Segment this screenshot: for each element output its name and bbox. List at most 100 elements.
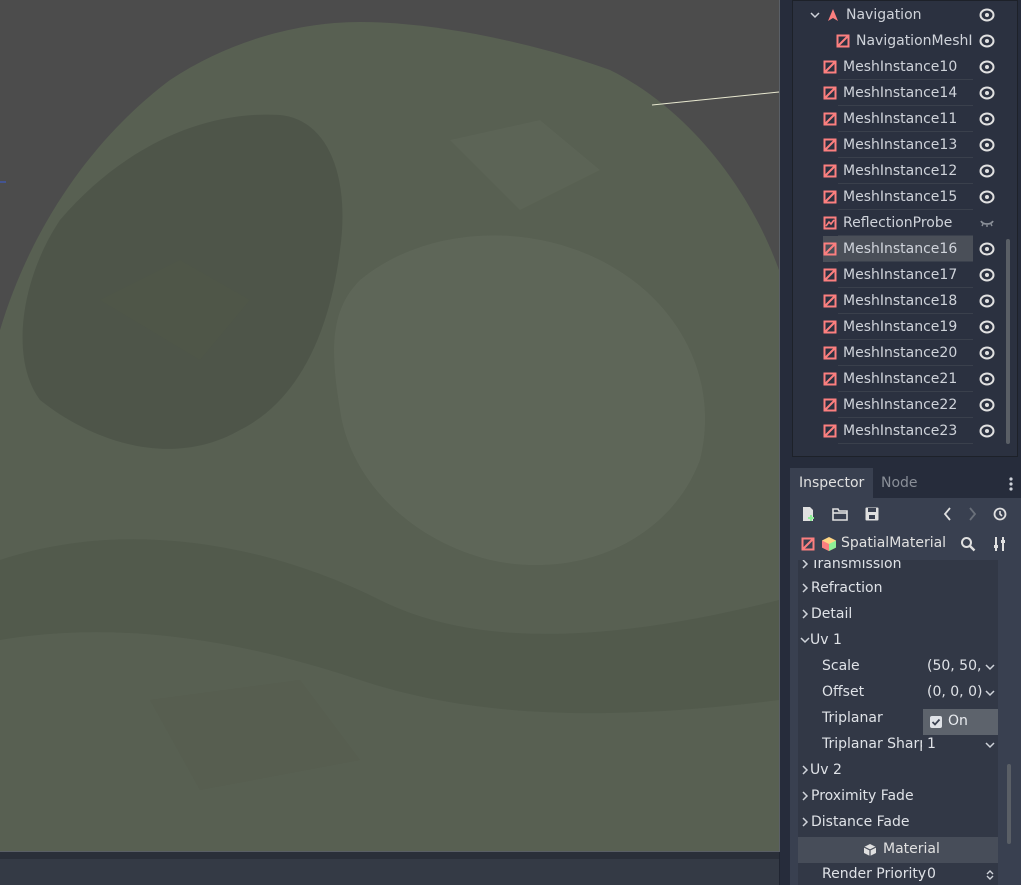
eye-icon[interactable] <box>979 241 995 257</box>
property-value: (0, 0, 0) <box>927 684 983 700</box>
chevron-down-icon[interactable] <box>985 661 995 673</box>
tree-item[interactable]: ReflectionProbe <box>823 210 973 236</box>
chevron-down-icon[interactable] <box>985 687 995 699</box>
eye-icon[interactable] <box>979 111 995 127</box>
tree-item[interactable]: MeshInstance18 <box>823 288 973 314</box>
history-back-icon[interactable] <box>940 506 956 522</box>
navigation-icon <box>828 9 838 21</box>
tree-item-label: MeshInstance13 <box>843 137 958 153</box>
tab-inspector[interactable]: Inspector <box>790 468 874 498</box>
history-icon[interactable] <box>992 506 1008 522</box>
spinner-arrows-icon[interactable] <box>985 869 995 881</box>
section-proximity-fade[interactable]: Proximity Fade <box>798 784 998 810</box>
property-offset: Offset (0, 0, 0) <box>798 680 998 706</box>
eye-icon[interactable] <box>979 59 995 75</box>
eye-icon[interactable] <box>979 163 995 179</box>
chevron-down-icon[interactable] <box>985 739 995 751</box>
bottom-panel-strip <box>0 859 779 885</box>
mesh-instance-icon <box>823 320 837 334</box>
object-properties-icon[interactable] <box>992 536 1008 552</box>
triplanar-toggle[interactable]: On <box>923 709 998 735</box>
tree-item[interactable]: MeshInstance23 <box>823 418 973 444</box>
tree-item-label: MeshInstance12 <box>843 163 958 179</box>
checkbox-checked-icon <box>930 716 942 728</box>
search-icon[interactable] <box>960 536 976 552</box>
eye-icon[interactable] <box>979 137 995 153</box>
eye-icon[interactable] <box>979 319 995 335</box>
tree-item-navigation[interactable]: Navigation <box>810 2 990 28</box>
section-uv1[interactable]: Uv 1 <box>798 628 998 654</box>
tree-item-navigationmeshinstance[interactable]: NavigationMeshIn <box>836 28 973 54</box>
eye-icon[interactable] <box>979 7 995 23</box>
section-refraction[interactable]: Refraction <box>798 576 998 602</box>
section-uv2[interactable]: Uv 2 <box>798 758 998 784</box>
eye-icon[interactable] <box>979 397 995 413</box>
tree-item[interactable]: MeshInstance21 <box>823 366 973 392</box>
scale-value-field[interactable]: (50, 50, <box>923 654 998 680</box>
terrain-mesh-view <box>0 22 779 851</box>
offset-value-field[interactable]: (0, 0, 0) <box>923 680 998 706</box>
tab-node[interactable]: Node <box>872 468 927 498</box>
tree-item-label: MeshInstance14 <box>843 85 958 101</box>
tree-item[interactable]: MeshInstance12 <box>823 158 973 184</box>
inspected-object-row[interactable]: SpatialMaterial <box>790 530 1021 558</box>
mesh-instance-icon <box>823 424 837 438</box>
chevron-down-icon[interactable] <box>810 8 820 22</box>
mesh-instance-icon <box>823 398 837 412</box>
material-section-header[interactable]: Material <box>798 837 998 863</box>
eye-icon[interactable] <box>979 85 995 101</box>
section-distance-fade[interactable]: Distance Fade <box>798 810 998 836</box>
tree-item-label: MeshInstance17 <box>843 267 958 283</box>
tree-item[interactable]: MeshInstance13 <box>823 132 973 158</box>
property-label: Offset <box>822 684 865 700</box>
render-priority-spinbox[interactable]: 0 <box>923 862 998 885</box>
tree-item[interactable]: MeshInstance19 <box>823 314 973 340</box>
new-resource-icon[interactable] <box>800 506 816 522</box>
section-detail[interactable]: Detail <box>798 602 998 628</box>
tree-item[interactable]: MeshInstance20 <box>823 340 973 366</box>
section-label: Refraction <box>811 580 883 596</box>
triplanar-sharpness-field[interactable]: 1 <box>923 732 998 758</box>
eye-icon[interactable] <box>979 345 995 361</box>
tree-item[interactable]: MeshInstance16 <box>823 236 973 262</box>
inspected-object-name: SpatialMaterial <box>841 535 947 551</box>
mesh-instance-icon <box>823 346 837 360</box>
scene-tree: Navigation NavigationMeshIn MeshInstance… <box>792 0 1018 457</box>
eye-closed-icon[interactable] <box>979 215 995 231</box>
tree-item-label: MeshInstance23 <box>843 423 958 439</box>
navigation-mesh-instance-icon <box>836 34 850 48</box>
tree-item[interactable]: MeshInstance10 <box>823 54 973 80</box>
save-icon[interactable] <box>864 506 880 522</box>
section-label: Transmission <box>811 560 902 572</box>
inspector-toolbar <box>790 498 1021 530</box>
mesh-instance-icon <box>823 372 837 386</box>
property-scale: Scale (50, 50, <box>798 654 998 680</box>
tree-item-label: Navigation <box>846 7 922 23</box>
eye-icon[interactable] <box>979 293 995 309</box>
property-value: 1 <box>927 736 936 752</box>
tree-item[interactable]: MeshInstance14 <box>823 80 973 106</box>
inspector-scrollbar[interactable] <box>1007 764 1011 844</box>
eye-icon[interactable] <box>979 189 995 205</box>
mesh-instance-icon <box>823 138 837 152</box>
tree-item[interactable]: MeshInstance11 <box>823 106 973 132</box>
section-label: Distance Fade <box>811 814 910 830</box>
menu-dots-icon[interactable] <box>1008 476 1014 492</box>
history-forward-icon[interactable] <box>964 506 980 522</box>
property-label: Scale <box>822 658 860 674</box>
tree-item[interactable]: MeshInstance22 <box>823 392 973 418</box>
mesh-instance-icon <box>823 190 837 204</box>
tree-item-label: MeshInstance16 <box>843 241 958 257</box>
tree-row-divider <box>838 443 973 444</box>
eye-icon[interactable] <box>979 423 995 439</box>
scene-tree-scrollbar[interactable] <box>1006 239 1010 444</box>
property-triplanar-sharpness: Triplanar Sharp 1 <box>798 732 998 758</box>
tree-item[interactable]: MeshInstance17 <box>823 262 973 288</box>
eye-icon[interactable] <box>979 33 995 49</box>
tree-item[interactable]: MeshInstance15 <box>823 184 973 210</box>
3d-viewport[interactable] <box>0 0 780 852</box>
eye-icon[interactable] <box>979 371 995 387</box>
mesh-instance-icon <box>823 242 837 256</box>
eye-icon[interactable] <box>979 267 995 283</box>
open-folder-icon[interactable] <box>832 506 848 522</box>
